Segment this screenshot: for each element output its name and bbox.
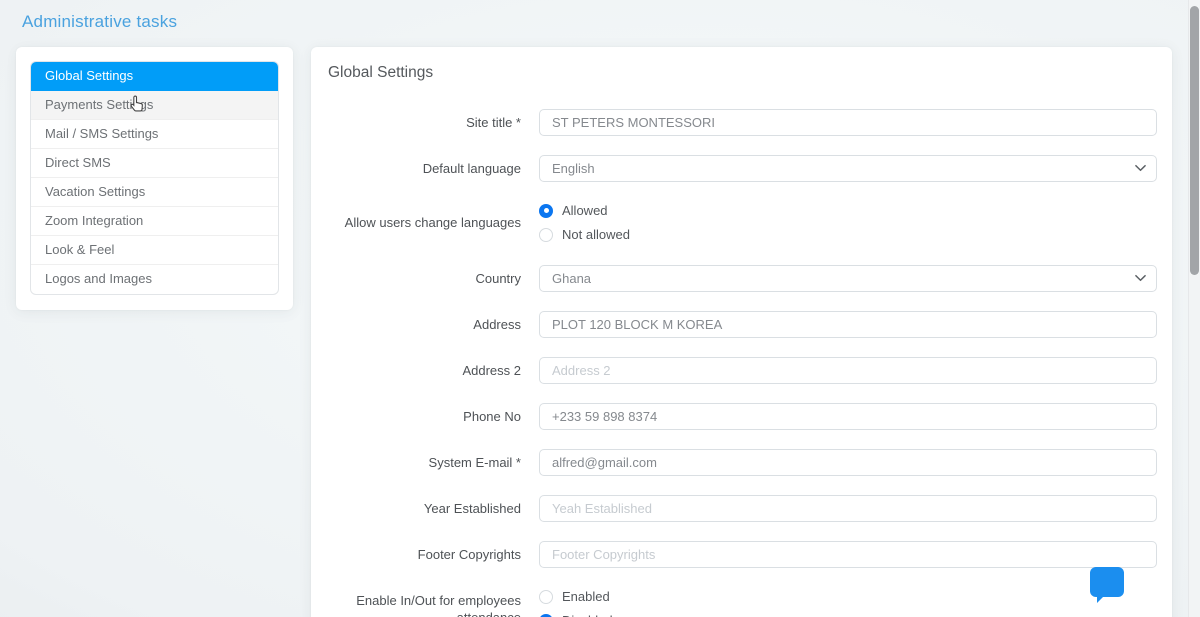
site-title-input[interactable]	[539, 109, 1157, 136]
form-row-country: Country Ghana	[326, 265, 1157, 292]
form-row-site-title: Site title *	[326, 109, 1157, 136]
form-row-footer-copyrights: Footer Copyrights	[326, 541, 1157, 568]
site-title-label: Site title *	[466, 115, 521, 130]
radio-option-allowed[interactable]: Allowed	[539, 201, 1157, 220]
scrollbar[interactable]	[1188, 0, 1200, 617]
allow-language-change-label: Allow users change languages	[344, 215, 521, 230]
country-label: Country	[475, 271, 521, 286]
radio-unchecked-icon[interactable]	[539, 589, 553, 604]
page-title: Administrative tasks	[22, 12, 178, 31]
radio-option-not-allowed[interactable]: Not allowed	[539, 225, 1157, 244]
scrollbar-thumb[interactable]	[1190, 6, 1199, 275]
settings-menu: Global Settings Payments Settings Mail /…	[30, 61, 279, 295]
address-input[interactable]	[539, 311, 1157, 338]
sidebar-item-direct-sms[interactable]: Direct SMS	[31, 149, 278, 178]
radio-checked-icon[interactable]	[539, 613, 553, 617]
radio-option-enabled[interactable]: Enabled	[539, 587, 1157, 606]
address2-label: Address 2	[462, 363, 521, 378]
country-value: Ghana	[552, 271, 592, 286]
sidebar-card: Global Settings Payments Settings Mail /…	[16, 47, 293, 310]
form-row-address2: Address 2	[326, 357, 1157, 384]
inout-attendance-label: Enable In/Out for employees attendance	[356, 592, 521, 617]
form-row-system-email: System E-mail *	[326, 449, 1157, 476]
address-label: Address	[473, 317, 521, 332]
sidebar-item-mail-sms-settings[interactable]: Mail / SMS Settings	[31, 120, 278, 149]
sidebar-item-vacation-settings[interactable]: Vacation Settings	[31, 178, 278, 207]
form-row-default-language: Default language English	[326, 155, 1157, 182]
allow-language-change-radio-group: Allowed Not allowed	[539, 201, 1157, 244]
system-email-label: System E-mail *	[428, 455, 521, 470]
page-header: Administrative tasks	[22, 12, 177, 32]
form-row-year-established: Year Established	[326, 495, 1157, 522]
year-established-input[interactable]	[539, 495, 1157, 522]
country-select[interactable]: Ghana	[539, 265, 1157, 292]
radio-option-disabled[interactable]: Disabled	[539, 611, 1157, 617]
year-established-label: Year Established	[423, 501, 521, 516]
default-language-value: English	[552, 161, 595, 176]
radio-checked-icon[interactable]	[539, 203, 553, 218]
sidebar-item-look-and-feel[interactable]: Look & Feel	[31, 236, 278, 265]
radio-option-label: Allowed	[562, 203, 608, 218]
radio-option-label: Enabled	[562, 589, 610, 604]
chevron-down-icon	[1135, 164, 1146, 172]
phone-label: Phone No	[463, 409, 521, 424]
form-row-allow-language-change: Allow users change languages Allowed Not…	[326, 201, 1157, 244]
form-row-address: Address	[326, 311, 1157, 338]
chat-bubble-icon[interactable]	[1090, 567, 1124, 603]
form-row-phone: Phone No	[326, 403, 1157, 430]
footer-copyrights-label: Footer Copyrights	[417, 547, 521, 562]
footer-copyrights-input[interactable]	[539, 541, 1157, 568]
panel-title: Global Settings	[328, 64, 434, 81]
phone-input[interactable]	[539, 403, 1157, 430]
chevron-down-icon	[1135, 274, 1146, 282]
sidebar-item-payments-settings[interactable]: Payments Settings	[31, 91, 278, 120]
default-language-label: Default language	[422, 161, 521, 176]
radio-unchecked-icon[interactable]	[539, 227, 553, 242]
radio-option-label: Disabled	[562, 611, 613, 617]
global-settings-panel: Global Settings Site title * Default lan…	[311, 47, 1172, 617]
system-email-input[interactable]	[539, 449, 1157, 476]
inout-attendance-radio-group: Enabled Disabled	[539, 587, 1157, 617]
sidebar-item-logos-and-images[interactable]: Logos and Images	[31, 265, 278, 294]
sidebar-item-zoom-integration[interactable]: Zoom Integration	[31, 207, 278, 236]
form-row-inout-attendance: Enable In/Out for employees attendance E…	[326, 587, 1157, 617]
sidebar-item-global-settings[interactable]: Global Settings	[31, 62, 278, 91]
radio-option-label: Not allowed	[562, 227, 630, 242]
default-language-select[interactable]: English	[539, 155, 1157, 182]
global-settings-form: Site title * Default language English Al…	[326, 109, 1157, 617]
address2-input[interactable]	[539, 357, 1157, 384]
